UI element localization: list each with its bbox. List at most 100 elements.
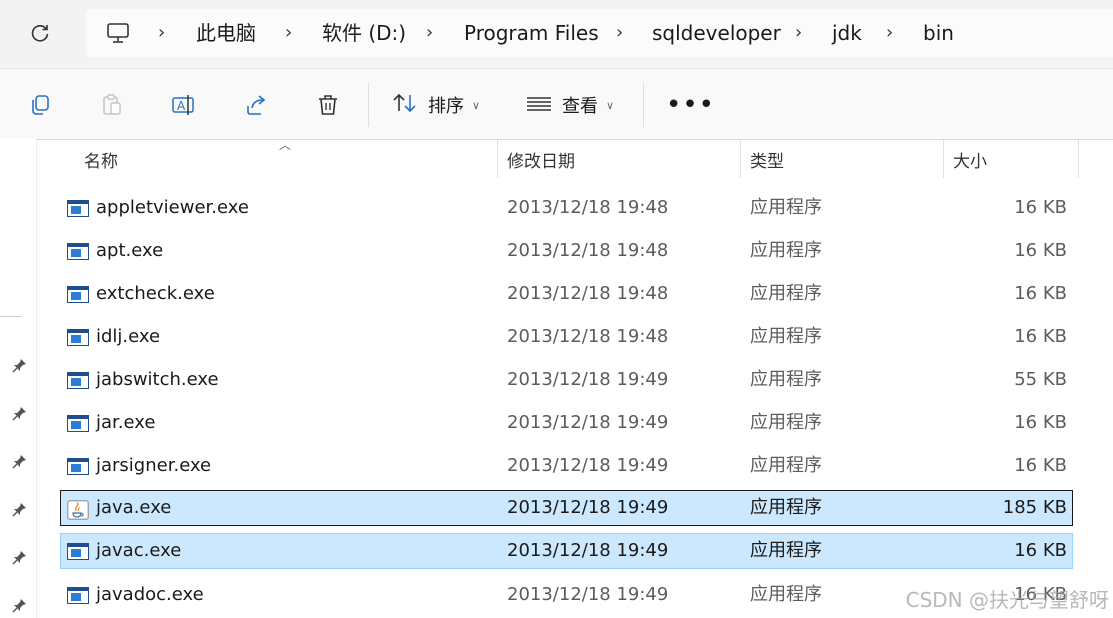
breadcrumb-jdk[interactable]: jdk	[832, 21, 862, 45]
breadcrumb-chevron-icon[interactable]: ›	[426, 21, 433, 45]
file-date: 2013/12/18 19:49	[507, 412, 669, 433]
file-row[interactable]: jarsigner.exe 2013/12/18 19:49 应用程序 16 K…	[60, 448, 1073, 484]
column-separator[interactable]	[1078, 140, 1079, 178]
file-size: 16 KB	[1014, 326, 1067, 347]
breadcrumb-chevron-icon[interactable]: ›	[616, 21, 623, 45]
view-button[interactable]: 查看 ∨	[526, 90, 614, 120]
file-row[interactable]: extcheck.exe 2013/12/18 19:48 应用程序 16 KB	[60, 276, 1073, 312]
more-options-icon[interactable]: •••	[666, 92, 715, 118]
sort-label: 排序	[428, 96, 464, 117]
file-name: idlj.exe	[96, 326, 161, 347]
command-bar: A 排序 ∨ 查看 ∨ •••	[0, 68, 1113, 140]
file-type: 应用程序	[750, 497, 822, 518]
column-header-size[interactable]: 大小	[953, 139, 987, 179]
pin-icon[interactable]	[12, 501, 28, 517]
exe-icon	[67, 543, 89, 560]
file-row[interactable]: jar.exe 2013/12/18 19:49 应用程序 16 KB	[60, 405, 1073, 441]
pin-icon[interactable]	[12, 405, 28, 421]
sort-icon	[392, 91, 418, 120]
file-type: 应用程序	[750, 240, 822, 261]
file-date: 2013/12/18 19:48	[507, 197, 669, 218]
file-size: 16 KB	[1014, 240, 1067, 261]
toolbar-divider	[643, 83, 644, 127]
file-date: 2013/12/18 19:48	[507, 326, 669, 347]
file-size: 185 KB	[1002, 497, 1067, 518]
column-header-type[interactable]: 类型	[750, 139, 784, 179]
svg-text:A: A	[177, 99, 186, 113]
breadcrumb-this-pc[interactable]: 此电脑	[196, 21, 256, 45]
pin-icon[interactable]	[12, 453, 28, 469]
exe-icon	[67, 458, 89, 475]
file-type: 应用程序	[750, 540, 822, 561]
share-icon[interactable]	[242, 91, 270, 119]
file-row[interactable]: apt.exe 2013/12/18 19:48 应用程序 16 KB	[60, 233, 1073, 269]
breadcrumb-chevron-icon[interactable]: ›	[886, 21, 893, 45]
breadcrumb-chevron-icon[interactable]: ›	[795, 21, 802, 45]
chevron-down-icon: ∨	[472, 98, 481, 112]
column-separator[interactable]	[497, 140, 498, 178]
watermark: CSDN @扶光与望舒呀	[905, 588, 1109, 612]
exe-icon	[67, 372, 89, 389]
breadcrumb-chevron-icon[interactable]: ›	[285, 21, 292, 45]
file-type: 应用程序	[750, 412, 822, 433]
file-type: 应用程序	[750, 283, 822, 304]
file-row-selected[interactable]: javac.exe 2013/12/18 19:49 应用程序 16 KB	[60, 533, 1073, 569]
pin-icon[interactable]	[12, 597, 28, 613]
file-type: 应用程序	[750, 326, 822, 347]
file-type: 应用程序	[750, 197, 822, 218]
file-size: 16 KB	[1014, 455, 1067, 476]
file-row-selected[interactable]: java.exe 2013/12/18 19:49 应用程序 185 KB	[60, 490, 1073, 526]
paste-icon	[98, 91, 126, 119]
exe-icon	[67, 587, 89, 604]
file-name: jabswitch.exe	[96, 369, 219, 390]
file-name: jarsigner.exe	[96, 455, 212, 476]
file-name: jar.exe	[96, 412, 156, 433]
file-name: javadoc.exe	[96, 584, 204, 605]
file-date: 2013/12/18 19:49	[507, 497, 669, 518]
file-size: 16 KB	[1014, 540, 1067, 561]
sort-button[interactable]: 排序 ∨	[392, 90, 480, 120]
address-bar-area: › 此电脑 › 软件 (D:) › Program Files › sqldev…	[0, 0, 1113, 68]
nav-divider	[0, 316, 22, 317]
file-name: extcheck.exe	[96, 283, 215, 304]
breadcrumb-drive-d[interactable]: 软件 (D:)	[322, 21, 406, 45]
file-type: 应用程序	[750, 455, 822, 476]
breadcrumb-program-files[interactable]: Program Files	[464, 21, 599, 45]
file-type: 应用程序	[750, 584, 822, 605]
file-date: 2013/12/18 19:49	[507, 369, 669, 390]
file-size: 16 KB	[1014, 197, 1067, 218]
column-separator[interactable]	[943, 140, 944, 178]
file-type: 应用程序	[750, 369, 822, 390]
chevron-down-icon: ∨	[606, 98, 615, 112]
file-date: 2013/12/18 19:49	[507, 455, 669, 476]
file-date: 2013/12/18 19:48	[507, 283, 669, 304]
file-size: 55 KB	[1014, 369, 1067, 390]
file-row[interactable]: jabswitch.exe 2013/12/18 19:49 应用程序 55 K…	[60, 362, 1073, 398]
delete-icon[interactable]	[314, 91, 342, 119]
exe-icon	[67, 243, 89, 260]
file-size: 16 KB	[1014, 283, 1067, 304]
refresh-icon[interactable]	[26, 19, 54, 47]
rename-icon[interactable]: A	[170, 91, 198, 119]
pin-icon[interactable]	[12, 357, 28, 373]
breadcrumb-bin[interactable]: bin	[923, 21, 954, 45]
column-header-date[interactable]: 修改日期	[507, 139, 575, 179]
this-pc-icon[interactable]	[106, 21, 130, 49]
file-row[interactable]: appletviewer.exe 2013/12/18 19:48 应用程序 1…	[60, 190, 1073, 226]
file-date: 2013/12/18 19:49	[507, 584, 669, 605]
pin-icon[interactable]	[12, 549, 28, 565]
column-separator[interactable]	[740, 140, 741, 178]
exe-icon	[67, 415, 89, 432]
navigation-pane[interactable]	[0, 139, 37, 618]
java-icon	[67, 500, 89, 520]
breadcrumb-chevron-icon[interactable]: ›	[158, 21, 165, 45]
exe-icon	[67, 200, 89, 217]
file-row[interactable]: idlj.exe 2013/12/18 19:48 应用程序 16 KB	[60, 319, 1073, 355]
file-date: 2013/12/18 19:48	[507, 240, 669, 261]
copy-icon[interactable]	[26, 91, 54, 119]
breadcrumb-sqldeveloper[interactable]: sqldeveloper	[652, 21, 781, 45]
column-header-name[interactable]: 名称	[84, 139, 118, 179]
address-bar[interactable]: › 此电脑 › 软件 (D:) › Program Files › sqldev…	[86, 9, 1113, 57]
file-date: 2013/12/18 19:49	[507, 540, 669, 561]
sort-ascending-icon: ︿	[279, 138, 292, 152]
